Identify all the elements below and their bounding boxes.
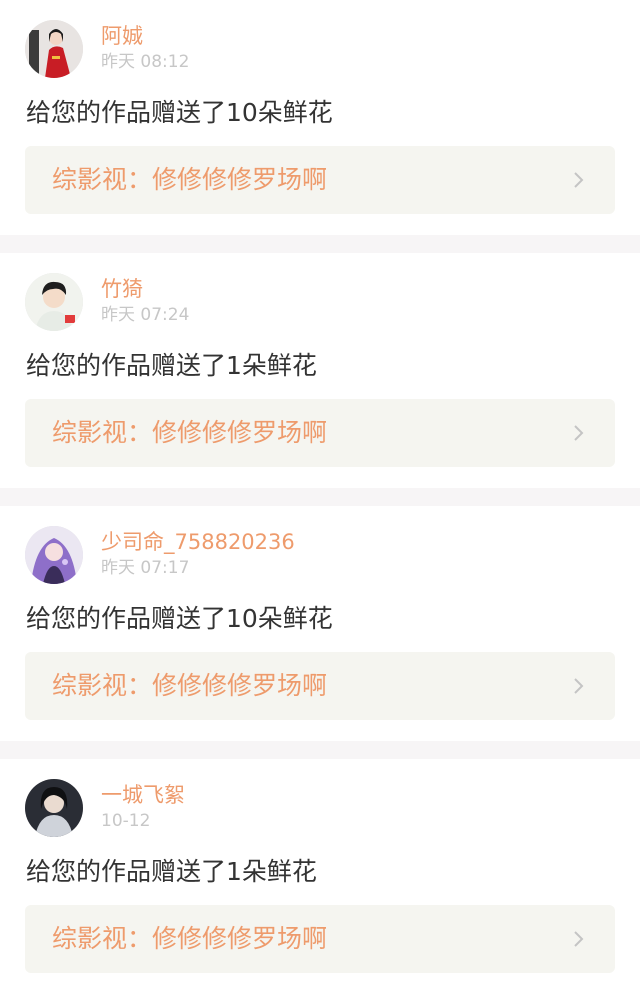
work-title: 综影视：修修修修罗场啊: [52, 671, 328, 700]
avatar-purple-hair-icon: [25, 526, 83, 584]
work-title: 综影视：修修修修罗场啊: [52, 924, 328, 953]
username[interactable]: 一城飞絮: [101, 781, 185, 809]
work-link[interactable]: 综影视：修修修修罗场啊: [25, 146, 615, 214]
chevron-right-icon: [574, 172, 584, 188]
timestamp: 昨天 07:24: [101, 305, 190, 325]
work-link[interactable]: 综影视：修修修修罗场啊: [25, 905, 615, 973]
chevron-right-icon: [574, 678, 584, 694]
notification-feed[interactable]: 阿娍 昨天 08:12 给您的作品赠送了10朵鲜花 综影视：修修修修罗场啊 竹猗…: [0, 0, 640, 986]
divider: [0, 741, 640, 759]
gift-message: 给您的作品赠送了1朵鲜花: [26, 857, 317, 886]
gift-message: 给您的作品赠送了10朵鲜花: [26, 604, 333, 633]
work-link[interactable]: 综影视：修修修修罗场啊: [25, 652, 615, 720]
chevron-right-icon: [574, 931, 584, 947]
avatar-red-robe-icon: [25, 20, 83, 78]
username[interactable]: 阿娍: [101, 22, 143, 50]
avatar-young-man-icon: [25, 273, 83, 331]
notification-card: 阿娍 昨天 08:12 给您的作品赠送了10朵鲜花 综影视：修修修修罗场啊: [0, 0, 640, 235]
notification-screen: 阿娍 昨天 08:12 给您的作品赠送了10朵鲜花 综影视：修修修修罗场啊 竹猗…: [0, 0, 640, 986]
work-title: 综影视：修修修修罗场啊: [52, 418, 328, 447]
divider: [0, 488, 640, 506]
username[interactable]: 竹猗: [101, 275, 143, 303]
avatar[interactable]: [25, 273, 83, 331]
divider: [0, 235, 640, 253]
username[interactable]: 少司命_758820236: [101, 528, 295, 556]
gift-message: 给您的作品赠送了1朵鲜花: [26, 351, 317, 380]
notification-card: 少司命_758820236 昨天 07:17 给您的作品赠送了10朵鲜花 综影视…: [0, 506, 640, 741]
notification-card: 竹猗 昨天 07:24 给您的作品赠送了1朵鲜花 综影视：修修修修罗场啊: [0, 253, 640, 488]
avatar[interactable]: [25, 20, 83, 78]
timestamp: 昨天 08:12: [101, 52, 190, 72]
avatar-dark-hair-icon: [25, 779, 83, 837]
notification-card: 一城飞絮 10-12 给您的作品赠送了1朵鲜花 综影视：修修修修罗场啊: [0, 759, 640, 986]
work-link[interactable]: 综影视：修修修修罗场啊: [25, 399, 615, 467]
chevron-right-icon: [574, 425, 584, 441]
gift-message: 给您的作品赠送了10朵鲜花: [26, 98, 333, 127]
avatar[interactable]: [25, 779, 83, 837]
timestamp: 昨天 07:17: [101, 558, 190, 578]
work-title: 综影视：修修修修罗场啊: [52, 165, 328, 194]
timestamp: 10-12: [101, 811, 151, 831]
avatar[interactable]: [25, 526, 83, 584]
